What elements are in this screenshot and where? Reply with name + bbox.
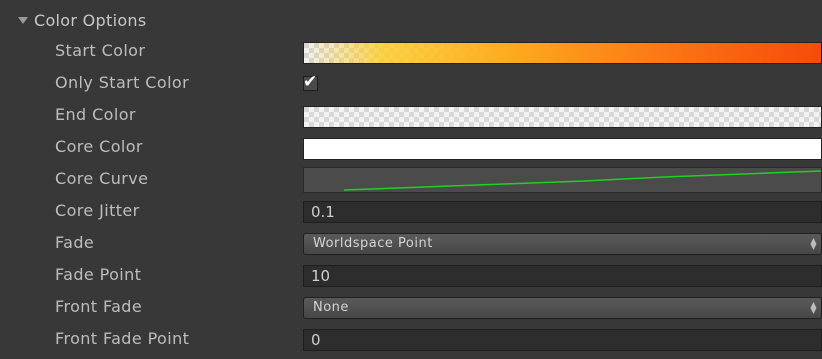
fade-point-input[interactable]: 10 bbox=[303, 265, 822, 287]
only-start-color-label: Only Start Color bbox=[55, 73, 190, 92]
color-options-foldout[interactable]: Color Options bbox=[0, 6, 147, 34]
checkmark-icon: ✔ bbox=[303, 72, 318, 92]
start-color-label: Start Color bbox=[55, 41, 146, 60]
core-curve-field[interactable] bbox=[303, 167, 822, 193]
front-fade-label: Front Fade bbox=[55, 297, 143, 316]
core-color-label: Core Color bbox=[55, 137, 143, 156]
dropdown-arrow-icon: ▲ ▼ bbox=[810, 236, 817, 251]
foldout-arrow-icon[interactable] bbox=[18, 16, 28, 24]
core-jitter-input[interactable]: 0.1 bbox=[303, 201, 822, 223]
start-color-gradient bbox=[304, 43, 821, 63]
front-fade-selected-value: None bbox=[313, 300, 349, 315]
fade-selected-value: Worldspace Point bbox=[313, 236, 433, 251]
front-fade-point-input[interactable]: 0 bbox=[303, 329, 822, 351]
front-fade-dropdown[interactable]: None ▲ ▼ bbox=[303, 297, 822, 319]
core-jitter-label: Core Jitter bbox=[55, 201, 140, 220]
only-start-color-row: Only Start Color ✔ bbox=[0, 67, 822, 99]
core-curve-graph bbox=[343, 170, 821, 191]
only-start-color-checkbox[interactable]: ✔ bbox=[303, 72, 318, 92]
end-color-gradient-field[interactable] bbox=[303, 106, 822, 128]
end-color-gradient bbox=[304, 107, 821, 127]
front-fade-point-label: Front Fade Point bbox=[55, 329, 190, 348]
core-curve-row: Core Curve bbox=[0, 163, 822, 195]
fade-dropdown[interactable]: Worldspace Point ▲ ▼ bbox=[303, 233, 822, 255]
front-fade-row: Front Fade None ▲ ▼ bbox=[0, 291, 822, 323]
start-color-row: Start Color bbox=[0, 35, 822, 67]
start-color-gradient-field[interactable] bbox=[303, 42, 822, 64]
fade-point-row: Fade Point 10 bbox=[0, 259, 822, 291]
fade-row: Fade Worldspace Point ▲ ▼ bbox=[0, 227, 822, 259]
front-fade-point-row: Front Fade Point 0 bbox=[0, 323, 822, 355]
core-curve-label: Core Curve bbox=[55, 169, 149, 188]
inspector-panel: Color Options Start Color Only Start Col… bbox=[0, 0, 822, 359]
end-color-row: End Color bbox=[0, 99, 822, 131]
core-color-field[interactable] bbox=[303, 138, 822, 160]
end-color-label: End Color bbox=[55, 105, 136, 124]
core-jitter-row: Core Jitter 0.1 bbox=[0, 195, 822, 227]
fade-label: Fade bbox=[55, 233, 95, 252]
fade-point-label: Fade Point bbox=[55, 265, 142, 284]
core-color-row: Core Color bbox=[0, 131, 822, 163]
core-curve-line bbox=[343, 170, 821, 191]
section-title: Color Options bbox=[34, 10, 147, 30]
dropdown-arrow-icon: ▲ ▼ bbox=[810, 300, 817, 315]
